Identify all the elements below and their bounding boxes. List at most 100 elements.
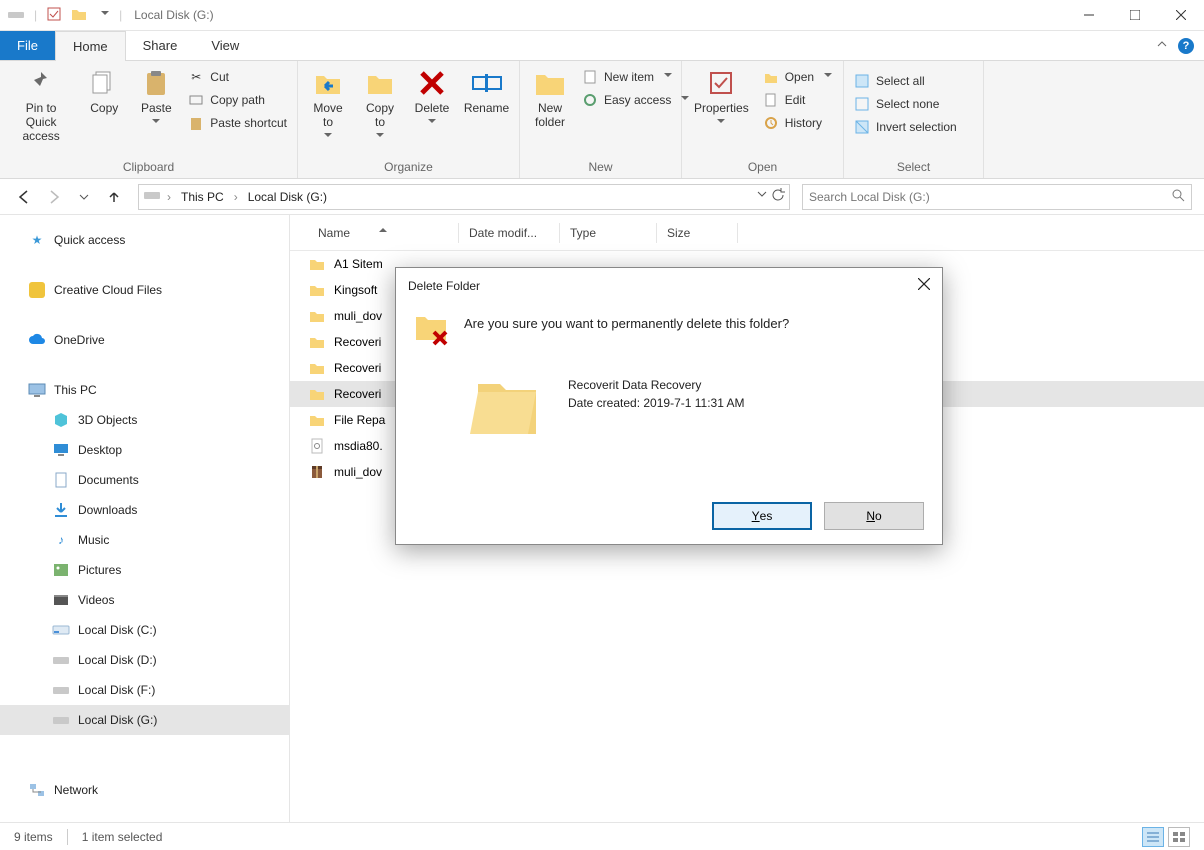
tree-creative-cloud[interactable]: Creative Cloud Files (0, 275, 289, 305)
new-folder-button[interactable]: New folder (526, 65, 574, 131)
tree-local-disk-c[interactable]: Local Disk (C:) (0, 615, 289, 645)
paste-button[interactable]: Paste (132, 65, 180, 129)
tree-music[interactable]: ♪Music (0, 525, 289, 555)
chevron-right-icon[interactable]: › (165, 190, 173, 204)
tree-desktop[interactable]: Desktop (0, 435, 289, 465)
tree-label: Local Disk (G:) (78, 713, 157, 727)
tab-share[interactable]: Share (126, 31, 195, 60)
network-icon (28, 781, 46, 799)
file-name: Recoveri (334, 335, 381, 349)
tree-videos[interactable]: Videos (0, 585, 289, 615)
navigation-pane[interactable]: ★Quick access Creative Cloud Files OneDr… (0, 215, 290, 822)
tab-file[interactable]: File (0, 31, 55, 60)
tab-view[interactable]: View (194, 31, 256, 60)
tab-home[interactable]: Home (55, 31, 126, 61)
select-none-button[interactable]: Select none (850, 94, 961, 114)
history-label: History (785, 116, 822, 130)
shortcut-icon (188, 115, 204, 131)
history-button[interactable]: History (759, 113, 836, 133)
qat-newfolder-icon[interactable] (71, 7, 87, 24)
address-dropdown-icon[interactable] (757, 188, 767, 205)
tree-onedrive[interactable]: OneDrive (0, 325, 289, 355)
crumb-location[interactable]: Local Disk (G:) (244, 190, 331, 204)
qat-customize-dropdown[interactable] (97, 8, 109, 22)
column-type[interactable]: Type (560, 226, 656, 240)
search-box[interactable]: Search Local Disk (G:) (802, 184, 1192, 210)
no-button[interactable]: No (824, 502, 924, 530)
thumbnails-view-button[interactable] (1168, 827, 1190, 847)
column-size-label: Size (667, 226, 690, 240)
select-none-label: Select none (876, 97, 939, 111)
column-separator[interactable] (737, 223, 738, 243)
cut-button[interactable]: ✂Cut (184, 67, 291, 87)
easy-access-label: Easy access (604, 93, 671, 107)
properties-dropdown-icon (717, 119, 725, 127)
paste-shortcut-label: Paste shortcut (210, 116, 287, 130)
dialog-titlebar[interactable]: Delete Folder (396, 268, 942, 304)
open-icon (763, 69, 779, 85)
tree-3d-objects[interactable]: 3D Objects (0, 405, 289, 435)
tree-local-disk-d[interactable]: Local Disk (D:) (0, 645, 289, 675)
properties-button[interactable]: Properties (688, 65, 755, 129)
copy-to-button[interactable]: Copy to (356, 65, 404, 143)
address-bar[interactable]: › This PC › Local Disk (G:) (138, 184, 790, 210)
invert-label: Invert selection (876, 120, 957, 134)
copy-to-icon (364, 67, 396, 99)
copy-path-button[interactable]: Copy path (184, 90, 291, 110)
tree-local-disk-g[interactable]: Local Disk (G:) (0, 705, 289, 735)
ribbon-collapse-icon[interactable] (1156, 38, 1168, 53)
pin-to-quick-access-button[interactable]: Pin to Quick access (6, 65, 76, 145)
delete-button[interactable]: Delete (408, 65, 456, 129)
minimize-button[interactable] (1066, 0, 1112, 31)
details-view-button[interactable] (1142, 827, 1164, 847)
rename-button[interactable]: Rename (460, 65, 513, 117)
tree-documents[interactable]: Documents (0, 465, 289, 495)
back-button[interactable] (12, 185, 36, 209)
search-icon[interactable] (1171, 188, 1185, 205)
pin-label: Pin to Quick access (12, 101, 70, 143)
group-open: Properties Open Edit History Open (682, 61, 844, 178)
yes-button[interactable]: Yes (712, 502, 812, 530)
edit-button[interactable]: Edit (759, 90, 836, 110)
tree-this-pc[interactable]: This PC (0, 375, 289, 405)
tree-quick-access[interactable]: ★Quick access (0, 225, 289, 255)
forward-button[interactable] (42, 185, 66, 209)
column-size[interactable]: Size (657, 226, 737, 240)
tree-label: Local Disk (C:) (78, 623, 157, 637)
system-menu-icon[interactable] (8, 8, 24, 23)
close-button[interactable] (1158, 0, 1204, 31)
open-button[interactable]: Open (759, 67, 836, 87)
tree-local-disk-f[interactable]: Local Disk (F:) (0, 675, 289, 705)
help-icon[interactable]: ? (1178, 38, 1194, 54)
recent-locations-button[interactable] (72, 185, 96, 209)
paste-shortcut-button[interactable]: Paste shortcut (184, 113, 291, 133)
tree-network[interactable]: Network (0, 775, 289, 805)
column-name[interactable]: Name (308, 226, 458, 240)
refresh-button[interactable] (771, 188, 785, 205)
qat-properties-icon[interactable] (47, 7, 61, 24)
maximize-button[interactable] (1112, 0, 1158, 31)
path-icon (188, 92, 204, 108)
chevron-right-icon[interactable]: › (232, 190, 240, 204)
tree-pictures[interactable]: Pictures (0, 555, 289, 585)
copy-button[interactable]: Copy (80, 65, 128, 117)
up-button[interactable] (102, 185, 126, 209)
tree-label: Local Disk (D:) (78, 653, 157, 667)
tree-label: This PC (54, 383, 97, 397)
folder-icon (308, 411, 326, 429)
file-name: msdia80. (334, 439, 383, 453)
column-date[interactable]: Date modif... (459, 226, 559, 240)
select-all-button[interactable]: Select all (850, 71, 961, 91)
invert-selection-button[interactable]: Invert selection (850, 117, 961, 137)
dialog-close-button[interactable] (918, 277, 930, 295)
easy-access-button[interactable]: Easy access (578, 90, 693, 110)
delete-folder-warning-icon (414, 310, 448, 344)
move-to-button[interactable]: Move to (304, 65, 352, 143)
new-item-button[interactable]: New item (578, 67, 693, 87)
tree-downloads[interactable]: Downloads (0, 495, 289, 525)
crumb-this-pc[interactable]: This PC (177, 190, 228, 204)
folder-icon (308, 333, 326, 351)
column-type-label: Type (570, 226, 596, 240)
cut-label: Cut (210, 70, 229, 84)
dialog-message: Are you sure you want to permanently del… (464, 310, 789, 344)
